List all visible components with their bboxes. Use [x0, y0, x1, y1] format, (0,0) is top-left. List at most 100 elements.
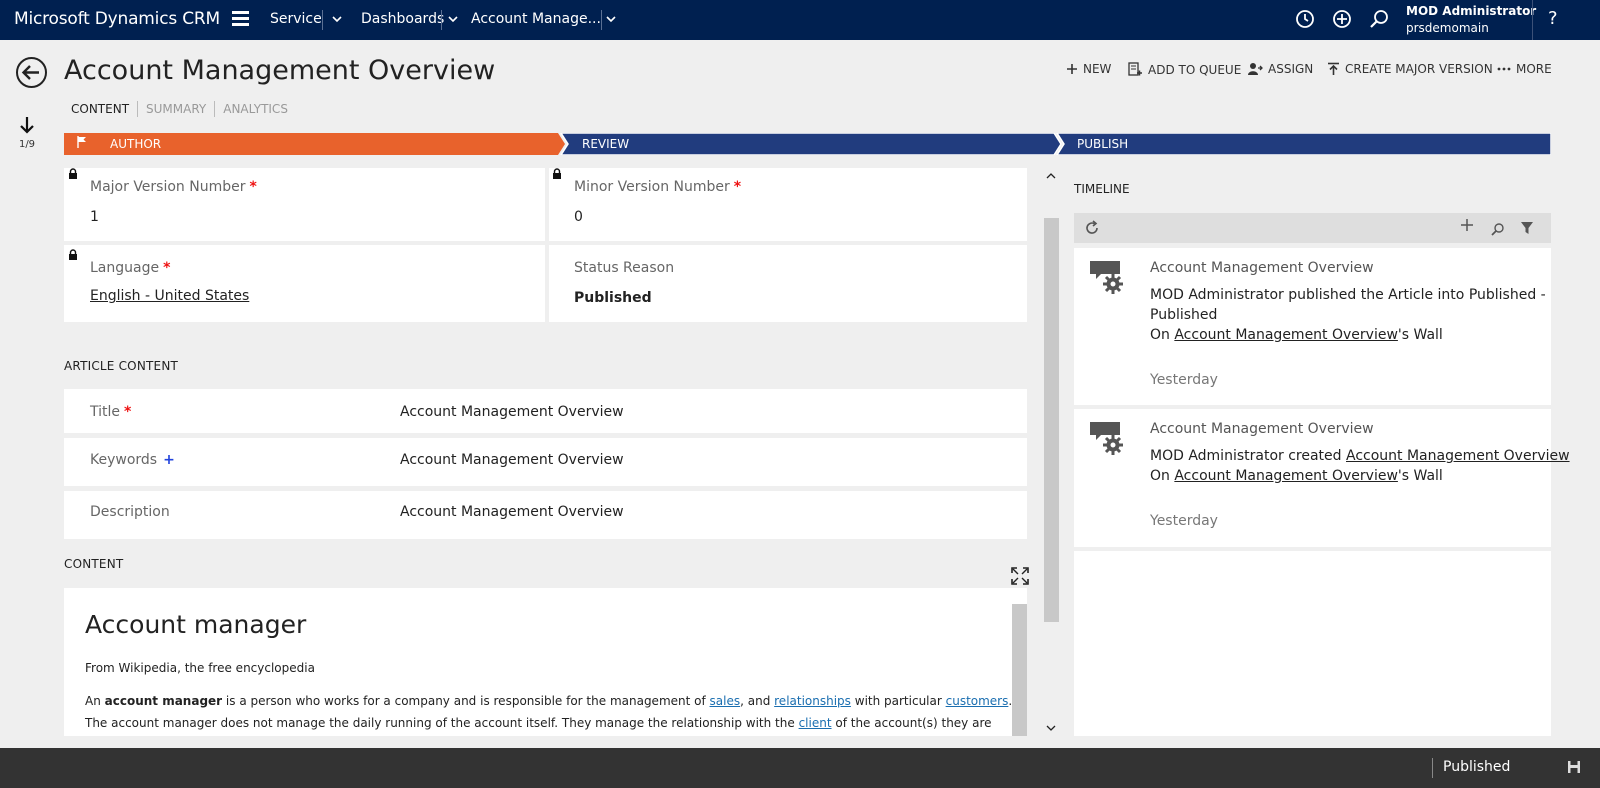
help-button[interactable]: ? — [1532, 0, 1600, 40]
lock-icon — [553, 168, 561, 179]
form-tabs: CONTENT SUMMARY ANALYTICS — [64, 101, 296, 117]
post-gear-icon — [1090, 422, 1123, 455]
stage-publish[interactable]: PUBLISH — [1057, 133, 1551, 155]
content-section-title: CONTENT — [64, 557, 124, 571]
ellipsis-icon — [1497, 67, 1511, 71]
tab-summary[interactable]: SUMMARY — [137, 101, 214, 117]
post-text: MOD Administrator created Account Manage… — [1150, 448, 1570, 464]
required-marker: * — [163, 260, 171, 276]
nav-crumb-dashboards[interactable]: Dashboards — [361, 11, 444, 27]
recommended-marker: + — [163, 452, 175, 468]
page-title: Account Management Overview — [64, 55, 496, 86]
content-heading: Account manager — [85, 610, 307, 639]
keywords-value: Account Management Overview — [400, 452, 624, 468]
refresh-icon[interactable] — [1084, 220, 1100, 236]
lock-icon — [69, 168, 77, 179]
form-scrollbar-thumb[interactable] — [1044, 218, 1059, 622]
stage-review[interactable]: REVIEW — [561, 133, 1057, 155]
chevron-down-icon[interactable] — [330, 12, 344, 26]
post-timestamp: Yesterday — [1150, 513, 1218, 529]
article-content-section-title: ARTICLE CONTENT — [64, 359, 179, 373]
post-wall-line: On Account Management Overview's Wall — [1150, 468, 1443, 484]
expand-icon[interactable] — [1011, 567, 1029, 585]
stage-review-label: REVIEW — [582, 137, 630, 151]
chevron-up-icon[interactable] — [1046, 172, 1056, 180]
post-timestamp: Yesterday — [1150, 372, 1218, 388]
language-field[interactable] — [64, 245, 545, 322]
wall-link[interactable]: Account Management Overview — [1174, 327, 1398, 343]
add-post-icon[interactable] — [1460, 218, 1474, 232]
nav-crumb-record[interactable]: Account Manage... — [471, 11, 601, 27]
assign-label: ASSIGN — [1268, 62, 1314, 76]
footer-status: Published — [1443, 759, 1511, 775]
status-reason-field[interactable] — [549, 245, 1027, 322]
stage-publish-label: PUBLISH — [1077, 137, 1129, 151]
editor-scrollbar[interactable] — [1012, 604, 1027, 736]
post-text: MOD Administrator published the Article … — [1150, 287, 1546, 303]
nav-divider — [601, 10, 602, 30]
sales-link[interactable]: sales — [710, 694, 741, 708]
required-marker: * — [124, 404, 132, 420]
search-icon[interactable] — [1491, 222, 1505, 236]
stage-author[interactable]: AUTHOR — [64, 133, 561, 155]
top-nav-bar: Microsoft Dynamics CRM Service Dashboard… — [0, 0, 1600, 40]
tab-content[interactable]: CONTENT — [64, 101, 137, 117]
minor-version-value: 0 — [574, 209, 583, 225]
content-editor[interactable]: Account manager From Wikipedia, the free… — [64, 588, 1027, 736]
stage-author-label: AUTHOR — [110, 137, 162, 151]
title-label: Title * — [90, 404, 132, 420]
chevron-down-icon[interactable] — [604, 12, 618, 26]
menu-icon[interactable] — [232, 11, 249, 26]
language-label: Language * — [90, 260, 171, 276]
timeline-post[interactable]: Account Management Overview MOD Administ… — [1074, 409, 1570, 551]
nav-divider — [441, 10, 442, 30]
queue-icon — [1128, 62, 1142, 76]
new-button[interactable]: NEW — [1066, 62, 1111, 76]
chevron-down-icon[interactable] — [446, 12, 460, 26]
flag-icon — [77, 136, 86, 148]
assign-user-icon — [1248, 63, 1263, 75]
post-wall-line: On Account Management Overview's Wall — [1150, 327, 1443, 343]
timeline-post[interactable]: Account Management Overview MOD Administ… — [1074, 248, 1551, 409]
tab-analytics[interactable]: ANALYTICS — [214, 101, 296, 117]
user-info[interactable]: MOD Administrator prsdemomain — [1406, 3, 1536, 37]
save-icon[interactable] — [1567, 760, 1581, 774]
recent-clock-icon[interactable] — [1294, 8, 1316, 30]
down-arrow-icon[interactable] — [19, 116, 35, 134]
timeline-toolbar — [1074, 213, 1551, 243]
chevron-down-icon[interactable] — [1046, 724, 1056, 732]
content-paragraph-2: The account manager does not manage the … — [85, 716, 992, 730]
lock-icon — [69, 249, 77, 260]
add-to-queue-button[interactable]: ADD TO QUEUE — [1127, 62, 1241, 78]
more-label: MORE — [1516, 62, 1552, 76]
major-version-label: Major Version Number * — [90, 179, 257, 195]
app-brand[interactable]: Microsoft Dynamics CRM — [14, 9, 220, 29]
language-value-link[interactable]: English - United States — [90, 288, 249, 304]
content-source-line: From Wikipedia, the free encyclopedia — [85, 661, 315, 675]
post-title[interactable]: Account Management Overview — [1150, 260, 1374, 276]
record-link[interactable]: Account Management Overview — [1346, 448, 1570, 464]
add-to-queue-label: ADD TO QUEUE — [1148, 63, 1242, 77]
post-title[interactable]: Account Management Overview — [1150, 421, 1374, 437]
more-button[interactable]: MORE — [1497, 62, 1552, 76]
wall-link[interactable]: Account Management Overview — [1174, 468, 1398, 484]
customers-link[interactable]: customers — [946, 694, 1009, 708]
nav-crumb-service[interactable]: Service — [270, 11, 322, 27]
create-major-version-button[interactable]: CREATE MAJOR VERSION — [1327, 62, 1493, 76]
create-major-version-label: CREATE MAJOR VERSION — [1345, 62, 1493, 76]
post-gear-icon — [1090, 261, 1123, 294]
back-arrow-icon[interactable] — [15, 56, 48, 89]
description-label: Description — [90, 504, 170, 520]
relationships-link[interactable]: relationships — [774, 694, 851, 708]
timeline-title: TIMELINE — [1074, 182, 1130, 196]
search-icon[interactable] — [1368, 8, 1390, 30]
post-text-continued: Published — [1150, 307, 1218, 323]
assign-button[interactable]: ASSIGN — [1247, 62, 1313, 76]
plus-icon — [1067, 64, 1077, 74]
filter-icon[interactable] — [1520, 221, 1534, 235]
nav-divider — [322, 10, 323, 30]
create-plus-icon[interactable] — [1331, 8, 1353, 30]
process-bar: AUTHOR REVIEW PUBLISH — [64, 133, 1551, 155]
status-reason-value: Published — [574, 290, 652, 306]
client-link[interactable]: client — [799, 716, 832, 730]
